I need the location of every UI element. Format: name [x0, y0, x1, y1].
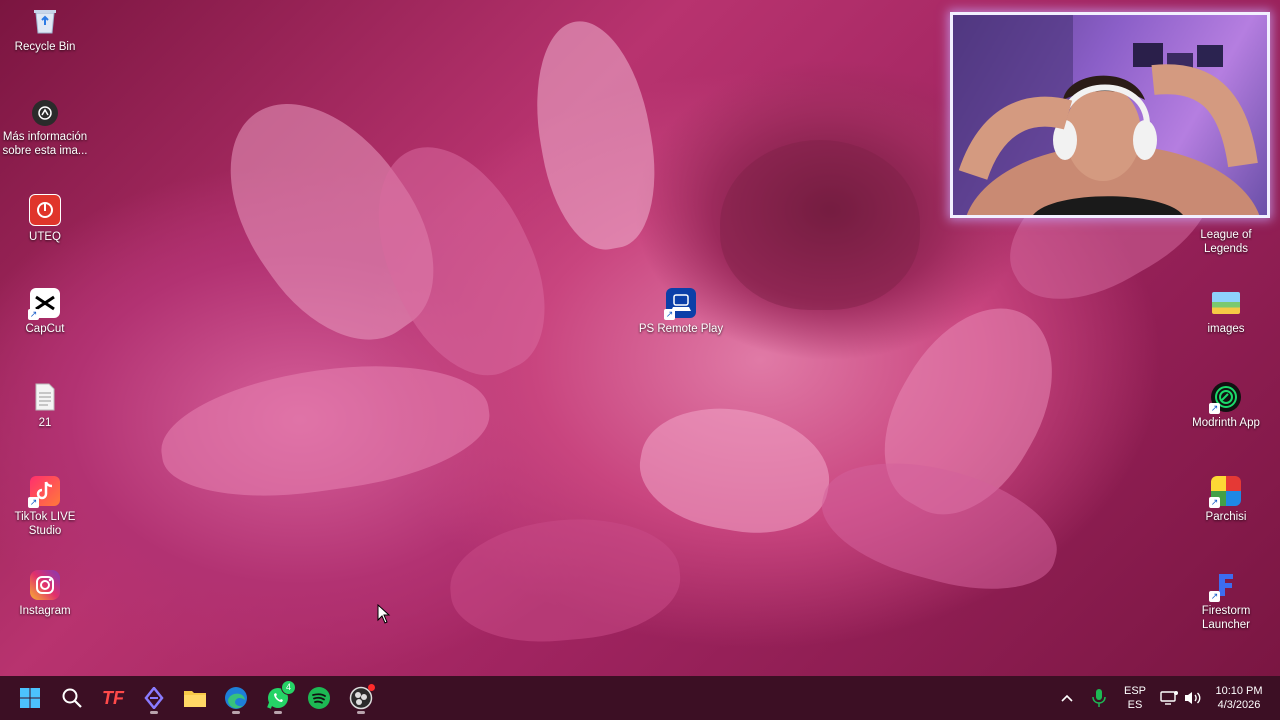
- desktop-icon-label: images: [1207, 323, 1245, 335]
- desktop-icon-label: CapCut: [25, 323, 65, 335]
- diamond-hub-icon: [144, 687, 164, 709]
- desktop-icon-image-info[interactable]: Más información sobre esta ima...: [0, 100, 90, 158]
- running-indicator: [150, 711, 158, 714]
- tiktok-live-icon: ↗: [28, 476, 60, 508]
- capcut-icon: ↗: [28, 288, 60, 320]
- start-button[interactable]: [12, 680, 48, 716]
- desktop-icon-tiktok-live[interactable]: ↗ TikTok LIVE Studio: [0, 476, 90, 538]
- recycle-bin-icon: [30, 6, 60, 36]
- desktop-icon-label: Firestorm Launcher: [1201, 605, 1251, 631]
- shortcut-arrow-icon: ↗: [664, 309, 675, 320]
- taskbar-hub-app[interactable]: [136, 680, 172, 716]
- shortcut-arrow-icon: ↗: [1209, 403, 1220, 414]
- desktop-icon-uteq[interactable]: UTEQ: [0, 194, 90, 244]
- microphone-button[interactable]: [1084, 680, 1114, 716]
- chevron-up-icon: [1061, 694, 1073, 702]
- taskbar-edge[interactable]: [218, 680, 254, 716]
- firestorm-icon: ↗: [1209, 570, 1241, 602]
- modrinth-icon: ↗: [1209, 382, 1241, 414]
- shortcut-arrow-icon: ↗: [28, 309, 39, 320]
- edge-icon: [225, 687, 247, 709]
- shortcut-arrow-icon: ↗: [1209, 497, 1220, 508]
- shortcut-arrow-icon: ↗: [28, 497, 39, 508]
- search-icon: [62, 688, 82, 708]
- desktop-icon-label: UTEQ: [29, 231, 61, 243]
- desktop-icon-parchisi[interactable]: ↗ Parchisi: [1181, 476, 1271, 524]
- notification-badge: 4: [281, 680, 296, 695]
- network-button[interactable]: [1156, 680, 1182, 716]
- shortcut-arrow-icon: ↗: [1209, 591, 1220, 602]
- clock-date: 4/3/2026: [1217, 699, 1261, 711]
- desktop-icon-capcut[interactable]: ↗ CapCut: [0, 288, 90, 336]
- spotify-icon: [308, 687, 330, 709]
- taskbar-file-explorer[interactable]: [177, 680, 213, 716]
- desktop-icon-label: 21: [38, 417, 52, 429]
- volume-button[interactable]: [1180, 680, 1206, 716]
- webcam-overlay: [950, 12, 1270, 218]
- language-code: ESP: [1123, 685, 1146, 697]
- desktop-icon-ps-remote-play[interactable]: ↗ PS Remote Play: [636, 288, 726, 336]
- desktop-icon-label: Parchisi: [1205, 511, 1247, 523]
- desktop-icon-label: Recycle Bin: [14, 41, 76, 53]
- parchisi-icon: ↗: [1209, 476, 1241, 508]
- text-file-icon: [30, 382, 60, 412]
- microphone-icon: [1092, 689, 1106, 707]
- taskbar-spotify[interactable]: [301, 680, 337, 716]
- desktop-icon-label: Modrinth App: [1192, 417, 1260, 429]
- tray-overflow-button[interactable]: [1052, 680, 1082, 716]
- search-button[interactable]: [54, 680, 90, 716]
- desktop-icon-text-file[interactable]: 21: [0, 382, 90, 430]
- desktop-icon-modrinth[interactable]: ↗ Modrinth App: [1181, 382, 1271, 430]
- windows-start-icon: [20, 688, 40, 708]
- ps-remote-play-icon: ↗: [664, 288, 696, 320]
- network-icon: [1160, 691, 1178, 705]
- desktop-icon-recycle-bin[interactable]: Recycle Bin: [0, 6, 90, 54]
- tf-icon: TF: [102, 687, 124, 708]
- desktop-icon-instagram[interactable]: Instagram: [0, 570, 90, 618]
- desktop-icon-label: Más información sobre esta ima...: [2, 131, 88, 157]
- uteq-icon: [29, 194, 61, 226]
- language-indicator[interactable]: ESP ES: [1120, 684, 1150, 712]
- taskbar-whatsapp[interactable]: 4: [260, 680, 296, 716]
- desktop-icon-firestorm[interactable]: ↗ Firestorm Launcher: [1181, 570, 1271, 632]
- running-indicator: [232, 711, 240, 714]
- desktop-icon-label: League of Legends: [1200, 229, 1252, 255]
- taskbar-obs[interactable]: [343, 680, 379, 716]
- desktop-icon-label: PS Remote Play: [638, 323, 724, 335]
- mouse-cursor-icon: [377, 603, 391, 629]
- images-icon: [1212, 292, 1240, 314]
- folder-icon: [184, 691, 206, 707]
- volume-icon: [1185, 692, 1201, 704]
- taskbar: TF 4 ESP ES 10:10 PM 4/3/2026: [0, 676, 1280, 720]
- running-indicator: [357, 711, 365, 714]
- clock-time: 10:10 PM: [1215, 685, 1263, 697]
- info-camera-icon: [32, 100, 58, 126]
- clock[interactable]: 10:10 PM 4/3/2026: [1208, 684, 1270, 712]
- taskbar-tf-app[interactable]: TF: [95, 680, 131, 716]
- keyboard-layout: ES: [1127, 699, 1143, 711]
- desktop-icon-league-of-legends[interactable]: League of Legends: [1181, 228, 1271, 256]
- running-indicator: [274, 711, 282, 714]
- desktop-icon-images[interactable]: images: [1181, 288, 1271, 336]
- desktop-icon-label: TikTok LIVE Studio: [14, 511, 76, 537]
- recording-dot-icon: [368, 684, 375, 691]
- instagram-icon: [30, 570, 60, 600]
- desktop-icon-label: Instagram: [19, 605, 71, 617]
